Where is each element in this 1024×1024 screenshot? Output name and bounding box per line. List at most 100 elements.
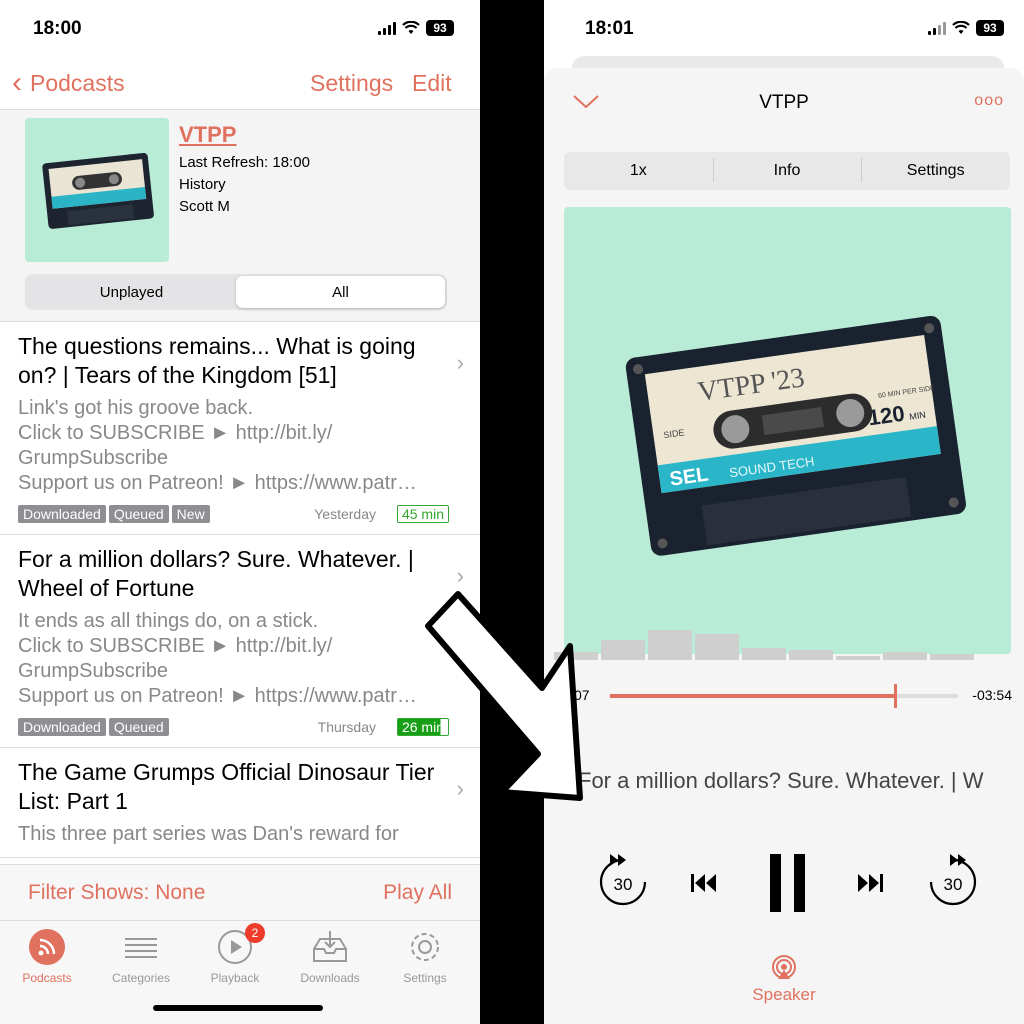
skip-forward-seconds: 30 <box>944 875 963 894</box>
podcast-title-link[interactable]: VTPP <box>179 122 236 148</box>
last-refresh-text: Last Refresh: 18:00 <box>179 154 310 171</box>
status-icons: 93 <box>928 20 1004 36</box>
episode-row[interactable]: For a million dollars? Sure. Whatever. |… <box>0 535 480 748</box>
episode-row[interactable]: The questions remains... What is going o… <box>0 322 480 535</box>
description-line: GrumpSubscribe <box>18 660 169 682</box>
gear-icon <box>407 929 443 965</box>
status-time: 18:00 <box>33 18 82 39</box>
tab-label: Downloads <box>300 971 360 985</box>
now-playing-episode-title: For a million dollars? Sure. Whatever. |… <box>578 768 984 793</box>
cassette-image: VTPP '23 SEL SOUND TECH 120 MIN SIDE 60 … <box>625 315 966 556</box>
description-line: It ends as all things do, on a stick. <box>18 610 319 632</box>
segment-all[interactable]: All <box>236 276 445 308</box>
status-bar: 18:00 93 <box>0 0 480 60</box>
description-line: Link's got his groove back. <box>18 397 254 419</box>
episode-description: Link's got his groove back. Click to SUB… <box>18 396 440 496</box>
skip-back-seconds: 30 <box>614 875 633 894</box>
segment-unplayed[interactable]: Unplayed <box>27 276 236 308</box>
episode-duration: 45 min <box>396 505 449 523</box>
player-title: VTPP <box>759 92 809 113</box>
podcast-header: VTPP Last Refresh: 18:00 History Scott M… <box>0 110 480 322</box>
remaining-time: -03:54 <box>972 687 1012 703</box>
arrow-annotation <box>425 591 583 801</box>
scrubber-handle[interactable] <box>894 684 898 708</box>
now-playing-screen: 18:01 93 VTPP ooo 1x Info Settings VTPP … <box>544 0 1024 1024</box>
episode-row[interactable]: The Game Grumps Official Dinosaur Tier L… <box>0 748 480 858</box>
chapter-waveform <box>554 626 1024 660</box>
audio-output-label: Speaker <box>752 985 816 1004</box>
tab-label: Settings <box>403 971 447 985</box>
playback-scrubber[interactable] <box>610 684 958 708</box>
battery-indicator: 93 <box>976 20 1004 36</box>
status-icons: 93 <box>378 20 454 36</box>
podcast-artwork <box>25 118 169 262</box>
podcast-meta: Last Refresh: 18:00 History Scott M <box>179 152 310 218</box>
tab-downloads[interactable]: Downloads <box>285 929 375 985</box>
list-icon <box>123 929 159 965</box>
wifi-icon <box>402 21 420 34</box>
downloaded-tag: Downloaded <box>18 505 106 523</box>
episode-footer: Downloaded Queued New Yesterday 45 min <box>18 504 449 524</box>
next-chapter-button[interactable] <box>856 872 884 899</box>
description-line: This three part series was Dan's reward … <box>18 823 399 845</box>
status-time: 18:01 <box>585 18 634 39</box>
new-tag: New <box>171 505 210 523</box>
wifi-icon <box>952 21 970 34</box>
pause-button[interactable] <box>768 854 808 917</box>
podcast-author: Scott M <box>179 198 230 215</box>
cellular-signal-icon <box>928 21 946 35</box>
back-label: Podcasts <box>30 69 125 96</box>
skip-back-button[interactable]: 30 <box>596 850 650 913</box>
navigation-bar: ‹ Podcasts Settings Edit <box>0 60 480 110</box>
previous-track-icon <box>691 874 716 892</box>
tab-playback[interactable]: 2 Playback <box>190 923 280 985</box>
description-line: Support us on Patreon! ► https://www.pat… <box>18 472 417 494</box>
home-indicator <box>153 1005 323 1011</box>
tab-label: Podcasts <box>22 971 72 985</box>
tab-podcasts[interactable]: Podcasts <box>2 929 92 985</box>
podcast-artwork-large: VTPP '23 SEL SOUND TECH 120 MIN SIDE 60 … <box>564 207 1011 654</box>
skip-forward-button[interactable]: 30 <box>926 850 980 913</box>
episode-date: Thursday <box>317 719 376 735</box>
episode-title: For a million dollars? Sure. Whatever. |… <box>18 546 414 601</box>
episode-date: Yesterday <box>314 506 376 522</box>
previous-chapter-button[interactable] <box>690 872 718 899</box>
audio-output-button[interactable]: Speaker <box>734 954 834 1005</box>
cellular-signal-icon <box>378 21 396 35</box>
episode-list: The questions remains... What is going o… <box>0 322 480 864</box>
chevron-right-icon: › <box>456 563 464 588</box>
play-all-button[interactable]: Play All <box>383 881 452 905</box>
player-segment: 1x Info Settings <box>564 152 1010 190</box>
description-line: Support us on Patreon! ► https://www.pat… <box>18 685 417 707</box>
chevron-left-icon: ‹ <box>12 66 22 99</box>
tab-settings[interactable]: Settings <box>380 929 470 985</box>
chevron-right-icon: › <box>456 350 464 375</box>
downloaded-tag: Downloaded <box>18 718 106 736</box>
tab-categories[interactable]: Categories <box>96 929 186 985</box>
filter-shows-button[interactable]: Filter Shows: None <box>28 881 205 905</box>
podcast-icon <box>29 929 65 965</box>
podcast-episode-list-screen: 18:00 93 ‹ Podcasts Settings Edit VTPP L… <box>0 0 480 1024</box>
info-button[interactable]: Info <box>712 158 862 182</box>
tab-label: Categories <box>111 971 171 985</box>
more-options-icon[interactable]: ooo <box>974 92 1004 110</box>
podcast-category: History <box>179 176 226 193</box>
cassette-minutes-text: 120 <box>866 401 906 431</box>
battery-indicator: 93 <box>426 20 454 36</box>
playback-badge: 2 <box>245 923 265 943</box>
play-icon: 2 <box>217 923 265 965</box>
skip-forward-30-icon: 30 <box>929 854 977 906</box>
back-button[interactable]: ‹ Podcasts <box>12 68 125 98</box>
episode-title: The questions remains... What is going o… <box>18 333 416 388</box>
next-track-icon <box>858 874 883 892</box>
episode-title: The Game Grumps Official Dinosaur Tier L… <box>18 759 435 814</box>
edit-button[interactable]: Edit <box>412 70 452 97</box>
pause-icon <box>770 854 805 912</box>
scrubber-fill <box>610 694 896 698</box>
episode-filter-segment: Unplayed All <box>25 274 447 310</box>
queued-tag: Queued <box>108 718 169 736</box>
player-settings-button[interactable]: Settings <box>861 158 1010 182</box>
description-line: Click to SUBSCRIBE ► http://bit.ly/ <box>18 635 333 657</box>
settings-button[interactable]: Settings <box>310 70 393 97</box>
speed-button[interactable]: 1x <box>564 162 713 180</box>
